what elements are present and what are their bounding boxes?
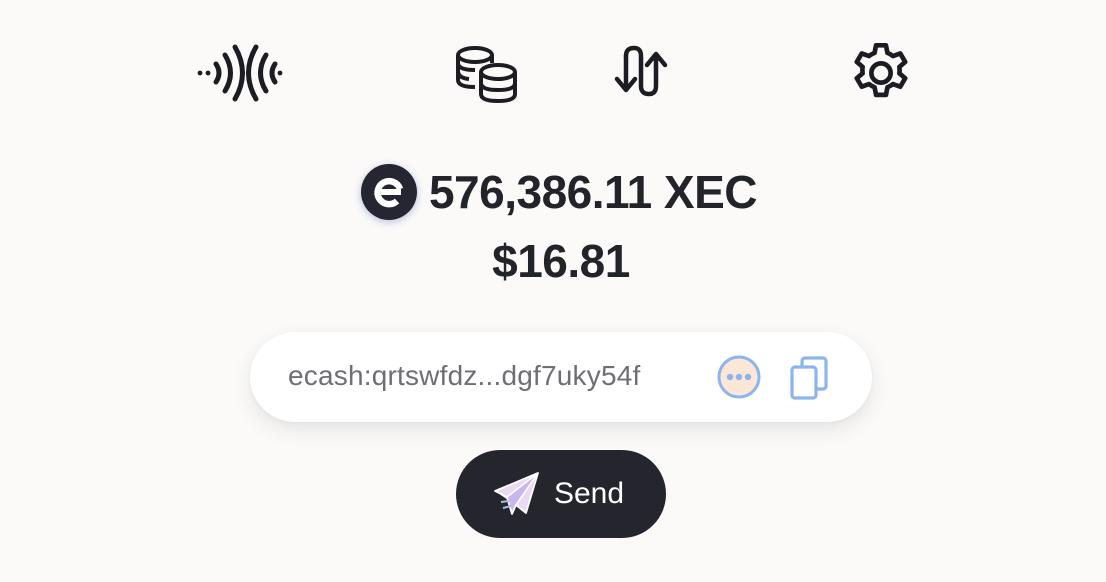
gear-icon xyxy=(854,42,908,98)
coins-stack-icon xyxy=(456,46,517,104)
wallet-address[interactable]: ecash:qrtswfdz...dgf7uky54f xyxy=(288,360,640,392)
copy-icon[interactable] xyxy=(786,354,834,402)
top-nav xyxy=(0,0,1106,140)
more-dots-icon[interactable] xyxy=(716,354,762,400)
balance-row: 576,386.11 XEC xyxy=(0,162,1106,222)
xec-balance: 576,386.11 XEC xyxy=(428,166,758,218)
address-bar: ecash:qrtswfdz...dgf7uky54f xyxy=(250,332,872,422)
fiat-balance: $16.81 xyxy=(492,235,630,287)
paper-plane-icon xyxy=(494,472,539,515)
tokens-nav-button[interactable] xyxy=(436,33,526,113)
contactless-icon xyxy=(197,44,283,102)
ecash-logo-icon xyxy=(360,164,417,220)
send-label: Send xyxy=(553,477,625,510)
swap-arrows-icon xyxy=(614,45,668,97)
swap-nav-button[interactable] xyxy=(596,33,686,113)
send-button[interactable]: Send xyxy=(456,450,666,538)
fiat-balance-row: $16.81 xyxy=(0,234,1106,288)
settings-nav-button[interactable] xyxy=(836,33,926,113)
receive-nav-button[interactable] xyxy=(196,33,286,113)
